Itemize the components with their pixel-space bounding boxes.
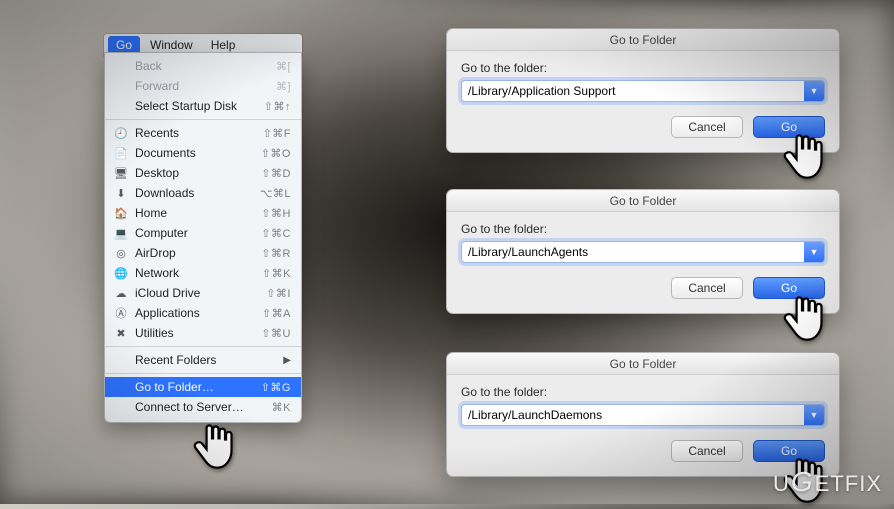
go-to-folder-dialog-3: Go to Folder Go to the folder: ▼ Cancel … bbox=[446, 352, 840, 477]
document-icon: 📄 bbox=[113, 147, 129, 160]
label: Back bbox=[135, 59, 276, 73]
shortcut: ⇧⌘↑ bbox=[264, 100, 291, 113]
clock-icon: 🕘 bbox=[113, 127, 129, 140]
menu-item-recents[interactable]: 🕘 Recents ⇧⌘F bbox=[105, 123, 301, 143]
label: AirDrop bbox=[135, 246, 261, 260]
shortcut: ⇧⌘F bbox=[263, 127, 291, 140]
dropdown-arrow-icon[interactable]: ▼ bbox=[804, 405, 824, 425]
watermark-g: G bbox=[791, 466, 814, 498]
cancel-button[interactable]: Cancel bbox=[671, 440, 743, 462]
home-icon: 🏠 bbox=[113, 207, 129, 220]
separator bbox=[105, 119, 301, 120]
watermark-u: U bbox=[773, 471, 790, 497]
label: Home bbox=[135, 206, 261, 220]
menu-item-home[interactable]: 🏠 Home ⇧⌘H bbox=[105, 203, 301, 223]
dialog-prompt: Go to the folder: bbox=[461, 222, 825, 236]
label: Desktop bbox=[135, 166, 261, 180]
watermark-logo: U G ETFIX bbox=[773, 466, 882, 498]
menu-item-applications[interactable]: Ⓐ Applications ⇧⌘A bbox=[105, 303, 301, 323]
label: Recents bbox=[135, 126, 263, 140]
menu-item-go-to-folder[interactable]: Go to Folder… ⇧⌘G bbox=[105, 377, 301, 397]
dialog-title: Go to Folder bbox=[447, 353, 839, 375]
menu-item-forward: Forward ⌘] bbox=[105, 76, 301, 96]
shortcut: ⇧⌘G bbox=[261, 381, 291, 394]
label: Select Startup Disk bbox=[135, 99, 264, 113]
folder-path-combo[interactable]: ▼ bbox=[461, 241, 825, 263]
shortcut: ⌥⌘L bbox=[260, 187, 291, 200]
go-to-folder-dialog-2: Go to Folder Go to the folder: ▼ Cancel … bbox=[446, 189, 840, 314]
menu-item-connect-to-server[interactable]: Connect to Server… ⌘K bbox=[105, 397, 301, 417]
menu-item-startup-disk[interactable]: Select Startup Disk ⇧⌘↑ bbox=[105, 96, 301, 116]
go-to-folder-dialog-1: Go to Folder Go to the folder: ▼ Cancel … bbox=[446, 28, 840, 153]
go-button[interactable]: Go bbox=[753, 277, 825, 299]
icloud-icon: ☁ bbox=[113, 287, 129, 300]
shortcut: ⇧⌘K bbox=[262, 267, 291, 280]
shortcut: ⇧⌘R bbox=[261, 247, 291, 260]
menu-item-network[interactable]: 🌐 Network ⇧⌘K bbox=[105, 263, 301, 283]
shortcut: ⌘K bbox=[272, 401, 291, 414]
dialog-title: Go to Folder bbox=[447, 190, 839, 212]
shortcut: ⇧⌘D bbox=[261, 167, 291, 180]
folder-path-combo[interactable]: ▼ bbox=[461, 80, 825, 102]
go-menu-dropdown: Back ⌘[ Forward ⌘] Select Startup Disk ⇧… bbox=[104, 52, 302, 423]
label: Recent Folders bbox=[135, 353, 283, 367]
shortcut: ⇧⌘U bbox=[261, 327, 291, 340]
shortcut: ⇧⌘C bbox=[261, 227, 291, 240]
shortcut: ⇧⌘H bbox=[261, 207, 291, 220]
label: Downloads bbox=[135, 186, 260, 200]
label: Documents bbox=[135, 146, 261, 160]
network-icon: 🌐 bbox=[113, 267, 129, 280]
watermark-rest: ETFIX bbox=[815, 471, 882, 497]
utilities-icon: ✖ bbox=[113, 327, 129, 340]
airdrop-icon: ◎ bbox=[113, 247, 129, 260]
dropdown-arrow-icon[interactable]: ▼ bbox=[804, 81, 824, 101]
folder-path-combo[interactable]: ▼ bbox=[461, 404, 825, 426]
cancel-button[interactable]: Cancel bbox=[671, 277, 743, 299]
menu-item-icloud[interactable]: ☁ iCloud Drive ⇧⌘I bbox=[105, 283, 301, 303]
menu-item-back: Back ⌘[ bbox=[105, 56, 301, 76]
label: iCloud Drive bbox=[135, 286, 266, 300]
menu-item-downloads[interactable]: ⬇ Downloads ⌥⌘L bbox=[105, 183, 301, 203]
label: Go to Folder… bbox=[135, 380, 261, 394]
label: Network bbox=[135, 266, 262, 280]
downloads-icon: ⬇ bbox=[113, 187, 129, 200]
label: Applications bbox=[135, 306, 262, 320]
dialog-prompt: Go to the folder: bbox=[461, 385, 825, 399]
menu-item-documents[interactable]: 📄 Documents ⇧⌘O bbox=[105, 143, 301, 163]
menu-item-airdrop[interactable]: ◎ AirDrop ⇧⌘R bbox=[105, 243, 301, 263]
shortcut: ⌘[ bbox=[276, 60, 291, 73]
separator bbox=[105, 346, 301, 347]
folder-path-input[interactable] bbox=[462, 405, 804, 425]
menu-item-desktop[interactable]: 🖥 Desktop ⇧⌘D bbox=[105, 163, 301, 183]
menu-item-utilities[interactable]: ✖ Utilities ⇧⌘U bbox=[105, 323, 301, 343]
menu-item-computer[interactable]: 💻 Computer ⇧⌘C bbox=[105, 223, 301, 243]
go-button[interactable]: Go bbox=[753, 116, 825, 138]
dropdown-arrow-icon[interactable]: ▼ bbox=[804, 242, 824, 262]
applications-icon: Ⓐ bbox=[113, 305, 129, 321]
go-button[interactable]: Go bbox=[753, 440, 825, 462]
label: Computer bbox=[135, 226, 261, 240]
label: Connect to Server… bbox=[135, 400, 272, 414]
shortcut: ⇧⌘I bbox=[266, 287, 291, 300]
folder-path-input[interactable] bbox=[462, 81, 804, 101]
submenu-arrow-icon: ▶ bbox=[283, 355, 291, 366]
label: Forward bbox=[135, 79, 276, 93]
shortcut: ⇧⌘A bbox=[262, 307, 291, 320]
shortcut: ⇧⌘O bbox=[261, 147, 291, 160]
folder-path-input[interactable] bbox=[462, 242, 804, 262]
dialog-title: Go to Folder bbox=[447, 29, 839, 51]
shortcut: ⌘] bbox=[276, 80, 291, 93]
computer-icon: 💻 bbox=[113, 227, 129, 240]
menu-item-recent-folders[interactable]: Recent Folders ▶ bbox=[105, 350, 301, 370]
label: Utilities bbox=[135, 326, 261, 340]
separator bbox=[105, 373, 301, 374]
cancel-button[interactable]: Cancel bbox=[671, 116, 743, 138]
dialog-prompt: Go to the folder: bbox=[461, 61, 825, 75]
desktop-icon: 🖥 bbox=[113, 167, 129, 180]
